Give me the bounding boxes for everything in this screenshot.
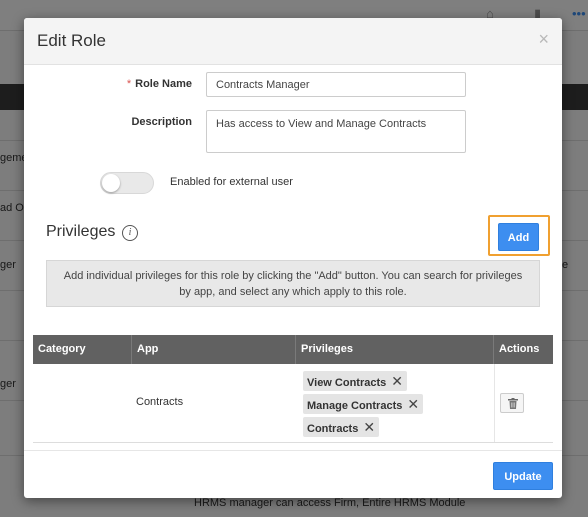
remove-icon[interactable]: ✕ [363,417,375,437]
modal-title: Edit Role [37,31,106,50]
external-user-toggle[interactable] [100,172,154,194]
column-header-actions: Actions [499,343,540,355]
description-label: Description [131,116,192,128]
update-button[interactable]: Update [493,462,553,490]
column-header-privileges: Privileges [296,335,494,364]
column-header-app: App [132,335,296,364]
external-user-label: Enabled for external user [170,176,293,188]
required-marker: * [126,78,132,90]
privileges-table-header: Category App Privileges Actions [33,335,553,364]
info-icon[interactable]: i [122,225,138,241]
column-header-category: Category [33,335,132,364]
description-input[interactable]: Has access to View and Manage Contracts [206,110,466,153]
cell-app: Contracts [136,396,184,408]
add-privilege-button[interactable]: Add [498,223,539,251]
privilege-tag: Contracts ✕ [303,417,380,437]
privileges-title: Privileges [46,223,116,240]
role-name-input[interactable] [206,72,466,97]
delete-row-button[interactable] [500,393,524,413]
remove-icon[interactable]: ✕ [407,394,419,414]
privilege-tag: Manage Contracts ✕ [303,394,424,414]
modal-header: Edit Role × [24,18,562,65]
privilege-tag: View Contracts ✕ [303,371,408,391]
remove-icon[interactable]: ✕ [391,371,403,391]
privileges-help-text: Add individual privileges for this role … [46,260,540,307]
trash-icon [508,398,518,409]
modal-footer-divider [24,450,562,451]
edit-role-modal: Edit Role × *Role Name Description Has a… [24,18,562,498]
close-icon[interactable]: × [538,29,549,50]
table-row: Contracts View Contracts ✕ Manage Contrac… [33,364,553,443]
toggle-knob [102,174,120,192]
role-name-label: * Role Name [126,78,192,90]
